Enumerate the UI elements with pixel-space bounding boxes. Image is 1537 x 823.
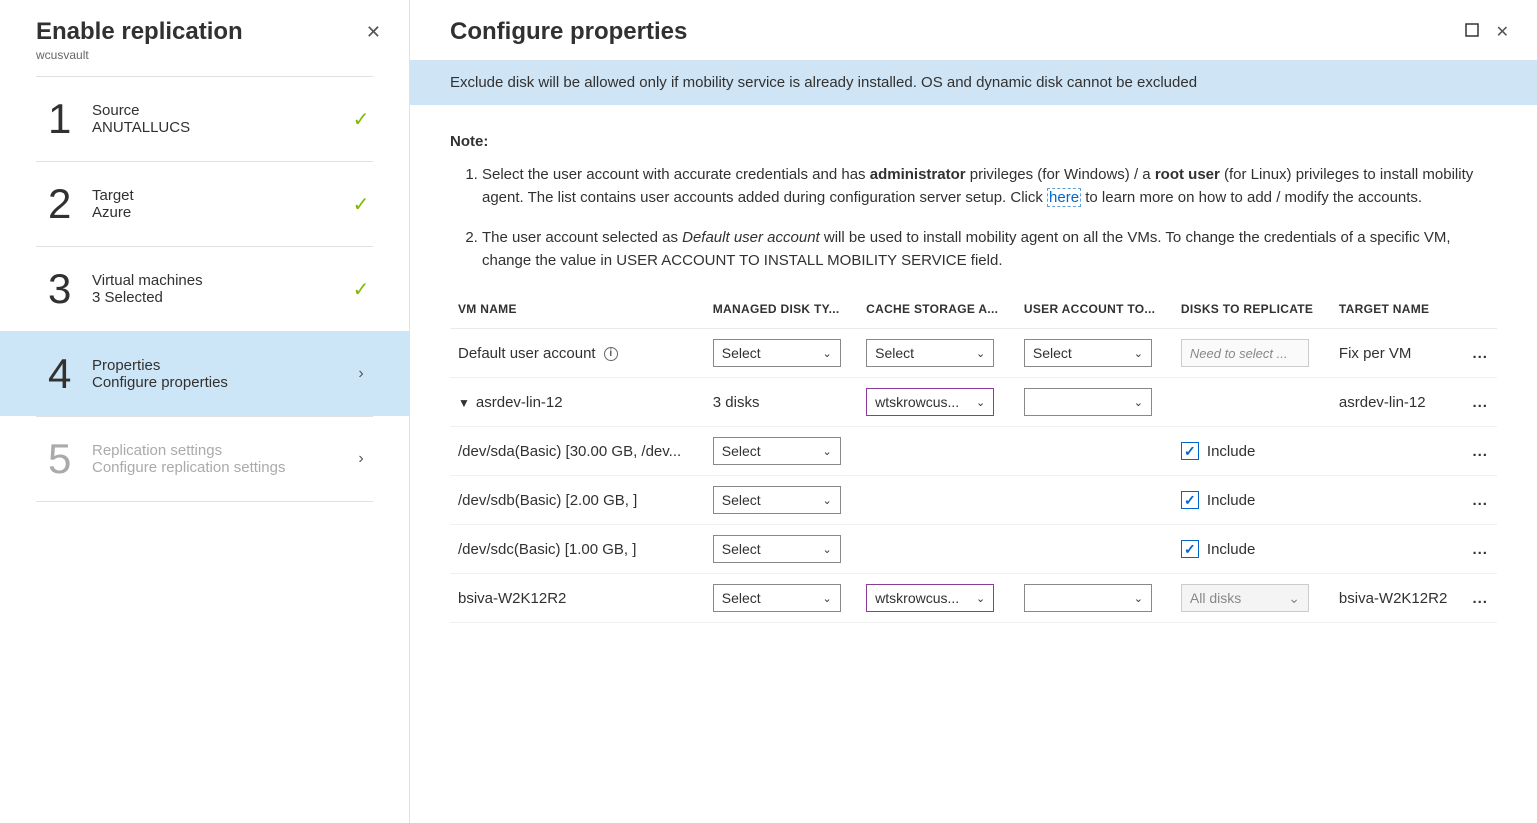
row-menu-icon[interactable]: ...: [1463, 476, 1497, 525]
all-disks-select[interactable]: All disks⌄: [1181, 584, 1309, 612]
chevron-down-icon: ⌄: [823, 592, 832, 605]
col-user-account[interactable]: USER ACCOUNT TO...: [1016, 290, 1173, 329]
row-default-account: Default user account i Select⌄ Select⌄ S…: [450, 329, 1497, 378]
page-title: Configure properties: [450, 18, 687, 46]
chevron-down-icon: ⌄: [1288, 590, 1300, 607]
row-disk-sda: /dev/sda(Basic) [30.00 GB, /dev... Selec…: [450, 427, 1497, 476]
expand-toggle-icon[interactable]: ▼: [458, 396, 470, 410]
cache-storage-select[interactable]: wtskrowcus...⌄: [866, 584, 994, 612]
chevron-right-icon: ›: [349, 450, 373, 468]
close-icon[interactable]: ✕: [1496, 22, 1509, 42]
step-properties[interactable]: 4 Properties Configure properties ›: [0, 331, 409, 416]
row-menu-icon[interactable]: ...: [1463, 427, 1497, 476]
user-account-select[interactable]: ⌄: [1024, 388, 1152, 416]
managed-disk-select[interactable]: Select⌄: [713, 437, 841, 465]
row-menu-icon[interactable]: ...: [1463, 525, 1497, 574]
here-link[interactable]: here: [1047, 188, 1081, 207]
chevron-down-icon: ⌄: [823, 543, 832, 556]
info-banner: Exclude disk will be allowed only if mob…: [410, 60, 1537, 105]
check-icon: ✓: [349, 192, 373, 217]
configure-properties-panel: Configure properties ✕ Exclude disk will…: [410, 0, 1537, 823]
step-virtual-machines[interactable]: 3 Virtual machines 3 Selected ✓: [36, 246, 373, 331]
disks-replicate-need: Need to select ...: [1181, 339, 1309, 367]
row-menu-icon[interactable]: ...: [1463, 574, 1497, 623]
chevron-down-icon: ⌄: [1134, 396, 1143, 409]
chevron-down-icon: ⌄: [823, 494, 832, 507]
note-item-2: The user account selected as Default use…: [482, 227, 1497, 272]
close-icon[interactable]: ✕: [362, 18, 385, 47]
row-disk-sdb: /dev/sdb(Basic) [2.00 GB, ] Select⌄ ✓Inc…: [450, 476, 1497, 525]
col-managed-disk-type[interactable]: MANAGED DISK TY...: [705, 290, 858, 329]
managed-disk-select[interactable]: Select⌄: [713, 486, 841, 514]
cache-storage-select[interactable]: Select⌄: [866, 339, 994, 367]
row-menu-icon[interactable]: ...: [1463, 329, 1497, 378]
note-item-1: Select the user account with accurate cr…: [482, 164, 1497, 209]
managed-disk-select[interactable]: Select⌄: [713, 339, 841, 367]
check-icon: ✓: [349, 277, 373, 302]
row-vm-asrdev-lin-12: ▼asrdev-lin-12 3 disks wtskrowcus...⌄ ⌄ …: [450, 378, 1497, 427]
include-checkbox[interactable]: ✓: [1181, 442, 1199, 460]
col-disks-replicate[interactable]: DISKS TO REPLICATE: [1173, 290, 1331, 329]
info-icon[interactable]: i: [604, 347, 618, 361]
chevron-down-icon: ⌄: [823, 445, 832, 458]
managed-disk-select[interactable]: Select⌄: [713, 535, 841, 563]
row-menu-icon[interactable]: ...: [1463, 378, 1497, 427]
cache-storage-select[interactable]: wtskrowcus...⌄: [866, 388, 994, 416]
step-replication-settings: 5 Replication settings Configure replica…: [36, 416, 373, 502]
wizard-steps-panel: Enable replication wcusvault ✕ 1 Source …: [0, 0, 410, 823]
maximize-icon[interactable]: [1464, 22, 1480, 38]
check-icon: ✓: [349, 107, 373, 132]
chevron-down-icon: ⌄: [976, 592, 985, 605]
managed-disk-select[interactable]: Select⌄: [713, 584, 841, 612]
include-checkbox[interactable]: ✓: [1181, 540, 1199, 558]
vm-properties-table: VM NAME MANAGED DISK TY... CACHE STORAGE…: [450, 290, 1497, 623]
chevron-right-icon: ›: [349, 365, 373, 383]
step-target[interactable]: 2 Target Azure ✓: [36, 161, 373, 246]
chevron-down-icon: ⌄: [1134, 347, 1143, 360]
chevron-down-icon: ⌄: [1134, 592, 1143, 605]
col-target-name[interactable]: TARGET NAME: [1331, 290, 1464, 329]
col-cache-storage[interactable]: CACHE STORAGE A...: [858, 290, 1016, 329]
include-checkbox[interactable]: ✓: [1181, 491, 1199, 509]
row-disk-sdc: /dev/sdc(Basic) [1.00 GB, ] Select⌄ ✓Inc…: [450, 525, 1497, 574]
vault-name: wcusvault: [36, 48, 243, 62]
col-vm-name[interactable]: VM NAME: [450, 290, 705, 329]
chevron-down-icon: ⌄: [976, 347, 985, 360]
chevron-down-icon: ⌄: [823, 347, 832, 360]
wizard-title: Enable replication: [36, 18, 243, 46]
note-heading: Note:: [450, 133, 1497, 150]
user-account-select[interactable]: ⌄: [1024, 584, 1152, 612]
row-vm-bsiva-w2k12r2: bsiva-W2K12R2 Select⌄ wtskrowcus...⌄ ⌄ A…: [450, 574, 1497, 623]
user-account-select[interactable]: Select⌄: [1024, 339, 1152, 367]
chevron-down-icon: ⌄: [976, 396, 985, 409]
step-source[interactable]: 1 Source ANUTALLUCS ✓: [36, 76, 373, 161]
